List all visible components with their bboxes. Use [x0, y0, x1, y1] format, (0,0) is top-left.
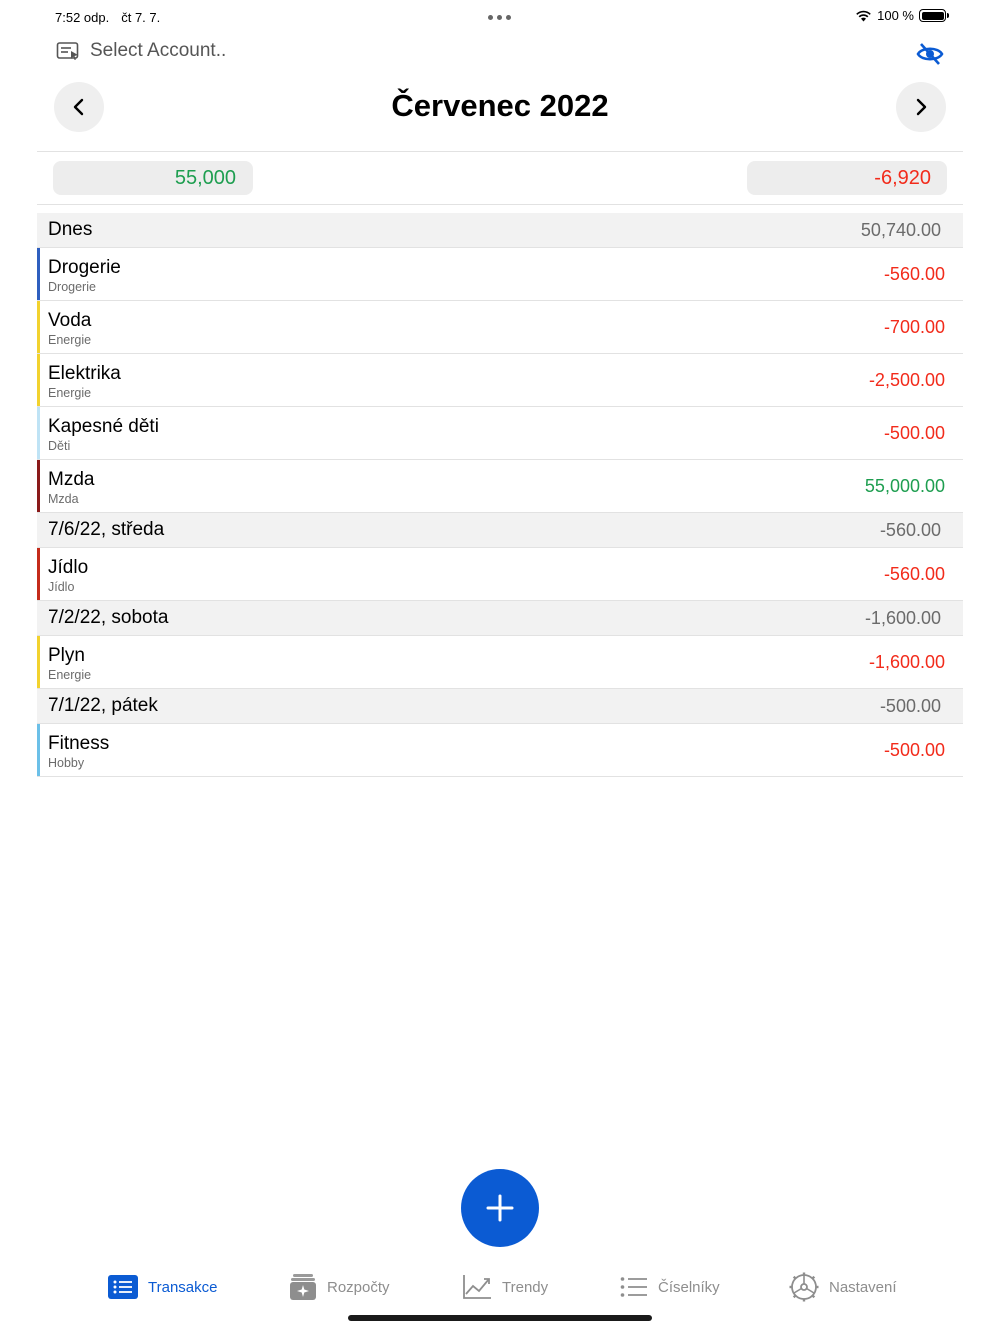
category-color-bar [37, 724, 40, 776]
tab-label: Rozpočty [327, 1278, 390, 1296]
tab-rozpocty[interactable]: Rozpočty [289, 1270, 390, 1304]
transaction-name: Jídlo [48, 557, 89, 578]
transaction-name: Drogerie [48, 257, 121, 278]
transaction-category: Mzda [48, 492, 79, 506]
list-icon [620, 1277, 647, 1297]
tab-label: Číselníky [658, 1278, 720, 1296]
income-summary[interactable]: 55,000 [53, 161, 253, 195]
section-title: Dnes [48, 219, 93, 240]
transaction-row[interactable]: Kapesné děti Děti -500.00 [37, 407, 963, 460]
status-indicators: 100 % [855, 8, 949, 23]
income-total: 55,000 [174, 166, 236, 189]
section-total: 50,740.00 [860, 219, 941, 240]
transaction-row[interactable]: Elektrika Energie -2,500.00 [37, 354, 963, 407]
category-color-bar [37, 636, 40, 688]
category-color-bar [37, 407, 40, 459]
transaction-amount: -500.00 [883, 423, 945, 443]
expense-total: -6,920 [874, 166, 931, 189]
transaction-name: Voda [48, 310, 92, 331]
home-indicator [348, 1315, 652, 1321]
category-color-bar [37, 460, 40, 512]
battery-percent: 100 % [877, 8, 914, 23]
tab-label: Nastavení [829, 1278, 897, 1296]
transaction-row[interactable]: Drogerie Drogerie -560.00 [37, 248, 963, 301]
transaction-list: Dnes 50,740.00 Drogerie Drogerie -560.00… [37, 213, 963, 777]
transaction-row[interactable]: Voda Energie -700.00 [37, 301, 963, 354]
tab-nastaveni[interactable]: Nastavení [789, 1270, 897, 1304]
section-title: 7/6/22, středa [48, 519, 165, 540]
status-date: čt 7. 7. [121, 10, 161, 25]
transaction-amount: -2,500.00 [868, 370, 945, 390]
category-color-bar [37, 354, 40, 406]
tab-transakce[interactable]: Transakce [108, 1270, 217, 1304]
chevron-right-icon [916, 98, 927, 116]
battery-icon [919, 9, 949, 22]
transaction-amount: -700.00 [883, 317, 945, 337]
section-title: 7/2/22, sobota [48, 607, 169, 628]
transaction-row[interactable]: Plyn Energie -1,600.00 [37, 636, 963, 689]
category-color-bar [37, 248, 40, 300]
transaction-category: Děti [48, 439, 71, 453]
hide-balance-eye-icon[interactable] [916, 42, 944, 66]
transaction-name: Fitness [48, 733, 110, 754]
transaction-row[interactable]: Fitness Hobby -500.00 [37, 724, 963, 777]
transaction-category: Hobby [48, 756, 85, 770]
status-bar: 7:52 odp. čt 7. 7. 100 % [0, 0, 1000, 36]
tab-bar: Transakce Rozpočty Trendy Číselníky Nast… [0, 1270, 1000, 1306]
tab-ciselniky[interactable]: Číselníky [620, 1270, 720, 1304]
section-total: -560.00 [879, 519, 941, 540]
transactions-list-icon [108, 1275, 138, 1299]
month-title: Červenec 2022 [391, 88, 609, 123]
section-header-date: 7/6/22, středa -560.00 [37, 513, 963, 548]
transaction-row[interactable]: Mzda Mzda 55,000.00 [37, 460, 963, 513]
transaction-category: Energie [48, 668, 92, 682]
transaction-amount: 55,000.00 [864, 476, 945, 496]
plus-icon [486, 1194, 514, 1222]
transaction-amount: -560.00 [883, 264, 945, 284]
settings-gear-icon [789, 1272, 819, 1302]
wifi-icon [856, 10, 871, 22]
transaction-amount: -560.00 [883, 564, 945, 584]
status-time-date: 7:52 odp. čt 7. 7. [55, 10, 160, 25]
multitasking-dots-icon[interactable] [488, 15, 511, 20]
account-selector[interactable]: Select Account.. [56, 40, 226, 62]
transaction-amount: -1,600.00 [868, 652, 945, 672]
next-month-button[interactable] [896, 82, 946, 132]
divider [37, 204, 963, 205]
tab-trendy[interactable]: Trendy [462, 1270, 548, 1304]
account-list-icon [56, 42, 79, 60]
category-color-bar [37, 548, 40, 600]
transaction-name: Plyn [48, 645, 85, 666]
section-total: -500.00 [879, 695, 941, 716]
add-transaction-button[interactable] [461, 1169, 539, 1247]
section-total: -1,600.00 [864, 607, 941, 628]
trend-chart-icon [463, 1275, 491, 1299]
tab-label: Trendy [502, 1278, 549, 1296]
transaction-category: Energie [48, 386, 92, 400]
category-color-bar [37, 301, 40, 353]
section-header-date: 7/1/22, pátek -500.00 [37, 689, 963, 724]
account-selector-label: Select Account.. [90, 40, 227, 61]
transaction-category: Energie [48, 333, 92, 347]
transaction-name: Elektrika [48, 363, 121, 384]
transaction-name: Mzda [48, 469, 95, 490]
transaction-category: Jídlo [48, 580, 75, 594]
section-title: 7/1/22, pátek [48, 695, 158, 716]
status-time: 7:52 odp. [55, 10, 110, 25]
section-header-date: 7/2/22, sobota -1,600.00 [37, 601, 963, 636]
transaction-amount: -500.00 [883, 740, 945, 760]
divider [37, 151, 963, 152]
tab-label: Transakce [148, 1278, 218, 1296]
transaction-name: Kapesné děti [48, 416, 159, 437]
section-header-today: Dnes 50,740.00 [37, 213, 963, 248]
transaction-category: Drogerie [48, 280, 96, 294]
transaction-row[interactable]: Jídlo Jídlo -560.00 [37, 548, 963, 601]
expense-summary[interactable]: -6,920 [747, 161, 947, 195]
budget-icon [290, 1274, 316, 1300]
